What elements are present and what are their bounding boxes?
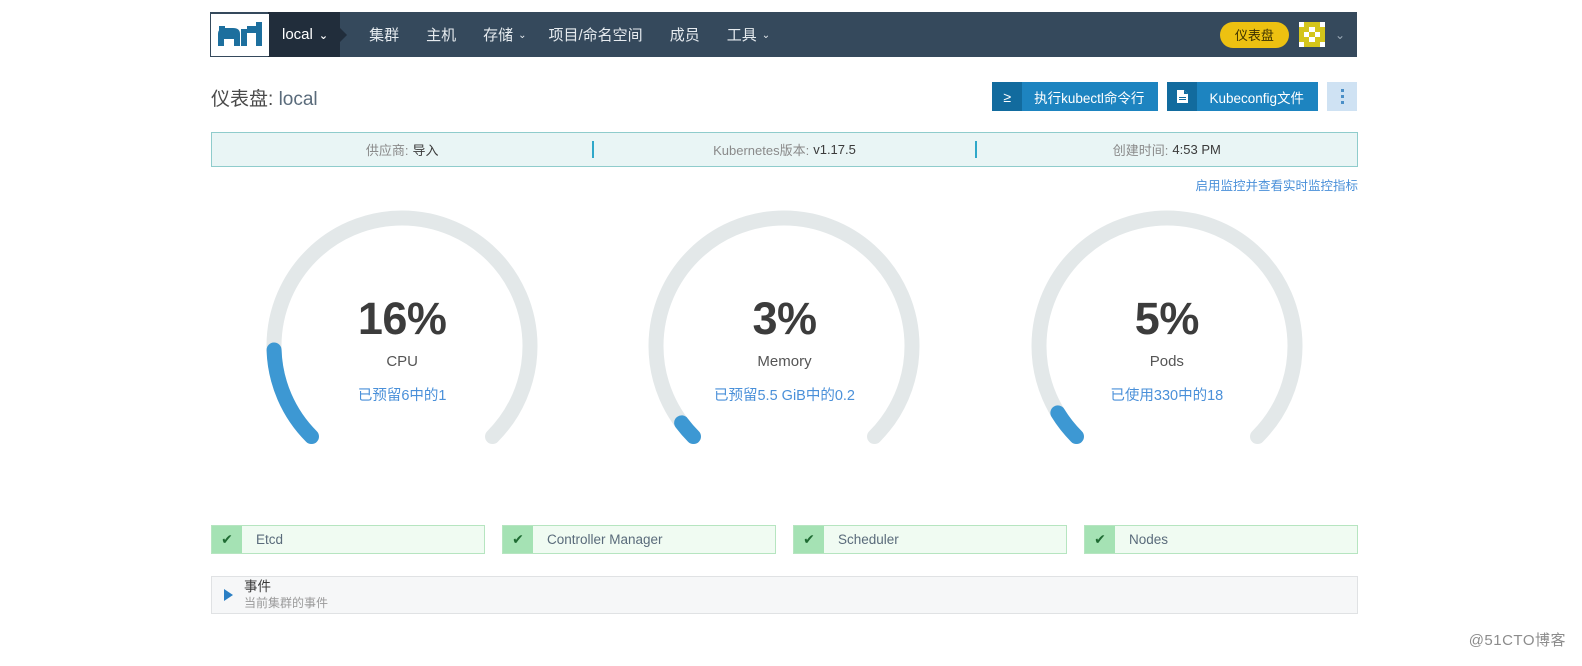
rancher-cow-logo[interactable] (211, 14, 269, 56)
terminal-prompt-icon: ≥ (992, 82, 1023, 111)
events-accordion[interactable]: 事件 当前集群的事件 (211, 576, 1358, 614)
kubeconfig-file-label: Kubeconfig文件 (1209, 90, 1304, 106)
gauge-pods-text: 5% Pods 已使用330中的18 (1110, 295, 1223, 404)
gauge-pods-detail[interactable]: 已使用330中的18 (1110, 384, 1223, 405)
status-etcd[interactable]: ✔ Etcd (211, 525, 485, 554)
info-kubernetes-version: Kubernetes版本: v1.17.5 (594, 140, 974, 159)
nav-item-tools[interactable]: 工具 ⌄ (716, 12, 781, 57)
info-created-time-value: 4:53 PM (1172, 142, 1221, 157)
kubeconfig-file-button[interactable]: Kubeconfig文件 (1167, 82, 1318, 111)
dot (1340, 95, 1344, 98)
nav-items: 集群 主机 存储 ⌄ 项目/命名空间 成员 工具 ⌄ (358, 12, 781, 57)
component-status-row: ✔ Etcd ✔ Controller Manager ✔ Scheduler … (211, 525, 1358, 554)
check-icon: ✔ (212, 526, 242, 553)
chevron-down-icon: ⌄ (318, 30, 329, 42)
kebab-menu-icon[interactable] (1327, 82, 1357, 111)
nav-item-label: 主机 (426, 27, 457, 44)
cluster-info-bar: 供应商: 导入 Kubernetes版本: v1.17.5 创建时间: 4:53… (211, 132, 1358, 167)
watermark: @51CTO博客 (1468, 632, 1566, 649)
info-provider-value: 导入 (412, 143, 439, 158)
events-subtitle: 当前集群的事件 (244, 595, 329, 610)
nav-item-clusters[interactable]: 集群 (358, 12, 415, 57)
info-kubernetes-version-value: v1.17.5 (813, 142, 856, 157)
dot (1340, 89, 1344, 92)
page-title: 仪表盘: local (211, 84, 318, 111)
nav-item-label: 工具 (726, 27, 757, 44)
gauge-cpu-detail[interactable]: 已预留6中的1 (358, 384, 447, 405)
info-provider-label: 供应商: (365, 143, 409, 158)
check-icon: ✔ (794, 526, 824, 553)
nav-item-hosts[interactable]: 主机 (415, 12, 472, 57)
gauge-memory-label: Memory (757, 352, 812, 370)
gauge-memory-percent: 3% (752, 293, 817, 345)
gauge-pods: 5% Pods 已使用330中的18 (976, 196, 1358, 486)
status-scheduler[interactable]: ✔ Scheduler (793, 525, 1067, 554)
avatar[interactable] (1298, 21, 1325, 48)
run-kubectl-button[interactable]: ≥ 执行kubectl命令行 (992, 82, 1159, 111)
enable-monitoring-link[interactable]: 启用监控并查看实时监控指标 (1195, 175, 1358, 194)
gauge-cpu-label: CPU (386, 352, 418, 370)
events-title: 事件 (244, 579, 271, 595)
navbar-right: 仪表盘 ⌄ (1219, 21, 1357, 48)
nav-item-label: 存储 (483, 27, 514, 44)
status-nodes-label: Nodes (1129, 532, 1169, 547)
page-title-value: local (278, 89, 318, 110)
gauge-cpu: 16% CPU 已预留6中的1 (211, 196, 593, 486)
dashboard-badge[interactable]: 仪表盘 (1219, 21, 1289, 48)
info-created-time: 创建时间: 4:53 PM (977, 140, 1357, 159)
file-document-icon (1167, 82, 1198, 111)
header-actions: ≥ 执行kubectl命令行 Kubeconfig文件 (992, 82, 1357, 111)
cluster-selector[interactable]: local ⌄ (268, 12, 341, 57)
gauge-cpu-percent: 16% (357, 293, 447, 345)
chevron-down-icon[interactable]: ⌄ (1335, 28, 1345, 42)
check-icon: ✔ (1085, 526, 1115, 553)
nav-item-members[interactable]: 成员 (659, 12, 716, 57)
events-text: 事件 当前集群的事件 (244, 579, 328, 611)
nav-item-label: 成员 (669, 27, 700, 44)
nav-item-label: 项目/命名空间 (548, 27, 643, 44)
info-kubernetes-version-label: Kubernetes版本: (713, 143, 810, 158)
status-controller-manager[interactable]: ✔ Controller Manager (502, 525, 776, 554)
gauge-cpu-text: 16% CPU 已预留6中的1 (358, 295, 447, 404)
nav-item-storage[interactable]: 存储 ⌄ (472, 12, 537, 57)
dot (1340, 101, 1344, 104)
gauge-pods-percent: 5% (1134, 293, 1200, 345)
page-title-prefix: 仪表盘: (211, 89, 274, 110)
chevron-right-icon (224, 589, 233, 601)
check-icon: ✔ (503, 526, 533, 553)
status-scheduler-label: Scheduler (838, 532, 899, 547)
chevron-down-icon: ⌄ (761, 30, 771, 41)
run-kubectl-label: 执行kubectl命令行 (1034, 90, 1145, 106)
gauge-pods-label: Pods (1149, 352, 1184, 370)
top-navbar: local ⌄ 集群 主机 存储 ⌄ 项目/命名空间 成员 工具 ⌄ 仪表盘 ⌄ (210, 12, 1357, 57)
avatar-pixel (1319, 42, 1325, 48)
cluster-selector-label: local (282, 26, 313, 43)
status-controller-manager-label: Controller Manager (547, 532, 663, 547)
info-created-time-label: 创建时间: (1112, 143, 1169, 158)
info-provider: 供应商: 导入 (212, 140, 592, 159)
gauge-memory-detail[interactable]: 已预留5.5 GiB中的0.2 (714, 384, 855, 405)
status-etcd-label: Etcd (256, 532, 284, 547)
chevron-down-icon: ⌄ (518, 30, 527, 41)
resource-gauges: 16% CPU 已预留6中的1 3% Memory 已预留5.5 GiB中的0.… (211, 196, 1358, 486)
gauge-memory-text: 3% Memory 已预留5.5 GiB中的0.2 (714, 295, 855, 404)
status-nodes[interactable]: ✔ Nodes (1084, 525, 1358, 554)
gauge-memory: 3% Memory 已预留5.5 GiB中的0.2 (593, 196, 975, 486)
nav-item-projects-namespaces[interactable]: 项目/命名空间 (538, 12, 659, 57)
nav-item-label: 集群 (369, 27, 400, 44)
